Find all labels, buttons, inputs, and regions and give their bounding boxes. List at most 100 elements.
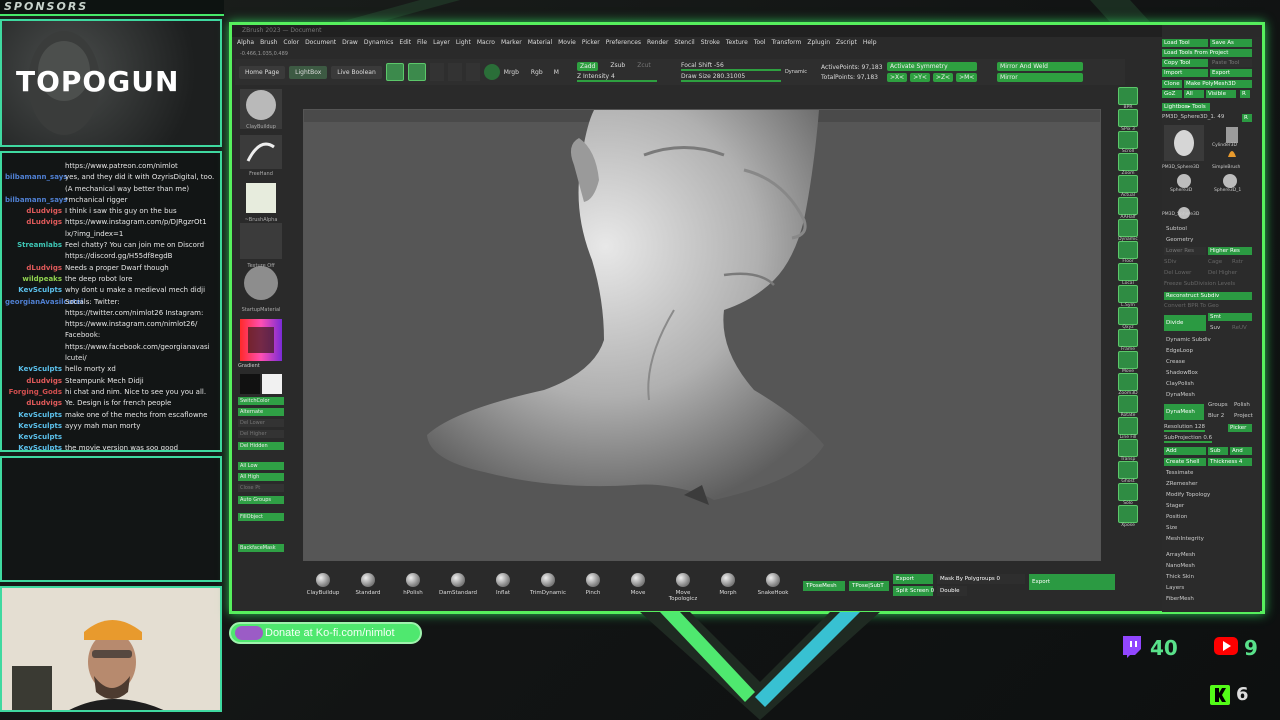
menu-color[interactable]: Color bbox=[283, 39, 299, 51]
project-button[interactable]: Project bbox=[1234, 413, 1253, 419]
chat-username[interactable]: KevSculpts bbox=[5, 285, 62, 296]
right-tool-button[interactable] bbox=[1118, 505, 1138, 523]
edit-button[interactable] bbox=[385, 63, 404, 81]
paste-tool-button[interactable]: Paste Tool bbox=[1210, 59, 1252, 67]
smt-button[interactable]: Smt bbox=[1208, 313, 1252, 321]
right-tool-button[interactable] bbox=[1118, 197, 1138, 215]
close-pt-button[interactable]: Close Pt bbox=[238, 484, 284, 492]
brush-label[interactable]: ClayBuildup bbox=[238, 124, 284, 130]
menu-light[interactable]: Light bbox=[456, 39, 471, 51]
right-tool-button[interactable] bbox=[1118, 241, 1138, 259]
menu-alpha[interactable]: Alpha bbox=[237, 39, 254, 51]
all-button[interactable]: All bbox=[1184, 90, 1204, 98]
kofi-donate-banner[interactable]: Donate at Ko-fi.com/nimlot bbox=[229, 622, 422, 644]
zadd-button[interactable]: Zadd bbox=[576, 62, 599, 71]
chat-username[interactable]: georgianAvasilcutei bbox=[5, 297, 83, 308]
split-screen-slider[interactable]: Split Screen 0 bbox=[893, 586, 934, 596]
menu-zscript[interactable]: Zscript bbox=[836, 39, 857, 51]
chat-username[interactable]: dLudvigs bbox=[5, 217, 62, 228]
geometry-menu[interactable]: Geometry bbox=[1166, 237, 1193, 243]
dynamesh-menu[interactable]: DynaMesh bbox=[1166, 392, 1195, 398]
copy-tool-button[interactable]: Copy Tool bbox=[1162, 59, 1208, 67]
rotate-mode-icon[interactable] bbox=[465, 63, 480, 81]
load-tool-button[interactable]: Load Tool bbox=[1162, 39, 1208, 47]
del-higher-button[interactable]: Del Higher bbox=[238, 430, 284, 438]
crease-menu[interactable]: Crease bbox=[1166, 359, 1185, 365]
right-tool-button[interactable] bbox=[1118, 483, 1138, 501]
activate-symmetry-button[interactable]: Activate Symmetry bbox=[887, 62, 978, 71]
tposemesh-button[interactable]: TPoseMesh bbox=[803, 581, 845, 591]
del-lower-panel-button[interactable]: Del Lower bbox=[1164, 270, 1191, 276]
menu-document[interactable]: Document bbox=[305, 39, 336, 51]
meshintegrity-menu[interactable]: MeshIntegrity bbox=[1166, 536, 1204, 542]
modify-topology-menu[interactable]: Modify Topology bbox=[1166, 492, 1210, 498]
save-as-button[interactable]: Save As bbox=[1210, 39, 1252, 47]
home-page-button[interactable]: Home Page bbox=[239, 65, 286, 79]
polish-button[interactable]: Polish bbox=[1234, 402, 1250, 408]
freeze-subdivision-button[interactable]: Freeze SubDivision Levels bbox=[1164, 281, 1235, 287]
right-tool-button[interactable] bbox=[1118, 461, 1138, 479]
menu-texture[interactable]: Texture bbox=[726, 39, 748, 51]
right-tool-button[interactable] bbox=[1118, 131, 1138, 149]
sym-y-button[interactable]: >Y< bbox=[910, 73, 930, 82]
switchcolor-button[interactable]: SwitchColor bbox=[238, 397, 284, 405]
menu-help[interactable]: Help bbox=[863, 39, 877, 51]
right-tool-button[interactable] bbox=[1118, 329, 1138, 347]
menu-stroke[interactable]: Stroke bbox=[701, 39, 720, 51]
mirror-button[interactable]: Mirror bbox=[997, 73, 1084, 82]
dynamesh-button[interactable]: DynaMesh bbox=[1164, 404, 1204, 420]
main-color-swatch[interactable] bbox=[240, 374, 260, 394]
blur-slider[interactable]: Blur 2 bbox=[1208, 413, 1224, 419]
brushbar-export-button[interactable]: Export bbox=[893, 574, 933, 584]
menu-dynamics[interactable]: Dynamics bbox=[364, 39, 394, 51]
alternate-button[interactable]: Alternate bbox=[238, 408, 284, 416]
z-intensity-slider[interactable]: Z Intensity 4 bbox=[576, 73, 657, 82]
dynamic-button[interactable]: Dynamic bbox=[785, 69, 807, 75]
sdiv-slider[interactable]: SDiv bbox=[1164, 259, 1177, 265]
right-tool-button[interactable] bbox=[1118, 219, 1138, 237]
export2-button[interactable]: Export bbox=[1029, 574, 1115, 590]
backfacemask-button[interactable]: BackfaceMask bbox=[238, 544, 284, 552]
zsub-button[interactable]: Zsub bbox=[610, 62, 625, 71]
reuv-button[interactable]: ReUV bbox=[1232, 325, 1247, 331]
chat-username[interactable]: wildpeaks bbox=[5, 274, 62, 285]
material-label[interactable]: StartupMaterial bbox=[238, 307, 284, 313]
zcut-button[interactable]: Zcut bbox=[637, 62, 651, 71]
menu-movie[interactable]: Movie bbox=[558, 39, 576, 51]
r-button-2[interactable]: R bbox=[1242, 114, 1252, 122]
add-button[interactable]: Add bbox=[1164, 447, 1206, 455]
m-button[interactable]: M bbox=[554, 69, 559, 76]
goz-button[interactable]: GoZ bbox=[1162, 90, 1182, 98]
chat-username[interactable]: KevSculpts bbox=[5, 410, 62, 421]
right-tool-button[interactable] bbox=[1118, 109, 1138, 127]
auto-groups-button[interactable]: Auto Groups bbox=[238, 496, 284, 504]
material-sphere-icon[interactable] bbox=[483, 64, 500, 80]
resolution-slider[interactable]: Resolution 128 bbox=[1164, 424, 1205, 432]
draw-button[interactable] bbox=[407, 63, 426, 81]
menu-picker[interactable]: Picker bbox=[582, 39, 600, 51]
edgeloop-menu[interactable]: EdgeLoop bbox=[1166, 348, 1193, 354]
rstr-button[interactable]: Rstr bbox=[1232, 259, 1243, 265]
right-tool-button[interactable] bbox=[1118, 285, 1138, 303]
menu-tool[interactable]: Tool bbox=[754, 39, 766, 51]
menu-layer[interactable]: Layer bbox=[433, 39, 450, 51]
menu-draw[interactable]: Draw bbox=[342, 39, 358, 51]
brush-item[interactable]: TrimDynamic bbox=[528, 573, 568, 596]
alpha-label[interactable]: ~BrushAlpha bbox=[238, 217, 284, 223]
sub-button[interactable]: Sub bbox=[1208, 447, 1228, 455]
sym-z-button[interactable]: >Z< bbox=[932, 73, 954, 82]
thickness-slider[interactable]: Thickness 4 bbox=[1208, 458, 1252, 466]
menu-macro[interactable]: Macro bbox=[477, 39, 495, 51]
reconstruct-subdiv-button[interactable]: Reconstruct Subdiv bbox=[1164, 292, 1252, 300]
menu-zplugin[interactable]: Zplugin bbox=[807, 39, 830, 51]
double-button[interactable]: Double bbox=[937, 586, 967, 596]
del-hidden-button[interactable]: Del Hidden bbox=[238, 442, 284, 450]
fibermesh-menu[interactable]: FiberMesh bbox=[1166, 596, 1194, 602]
menu-edit[interactable]: Edit bbox=[399, 39, 411, 51]
r-button[interactable]: R bbox=[1240, 90, 1250, 98]
chat-username[interactable]: Streamlabs bbox=[5, 240, 62, 251]
scale-mode-icon[interactable] bbox=[447, 63, 462, 81]
mask-by-polygroups-slider[interactable]: Mask By Polygroups 0 bbox=[937, 574, 1025, 584]
menu-material[interactable]: Material bbox=[528, 39, 552, 51]
right-tool-button[interactable] bbox=[1118, 417, 1138, 435]
